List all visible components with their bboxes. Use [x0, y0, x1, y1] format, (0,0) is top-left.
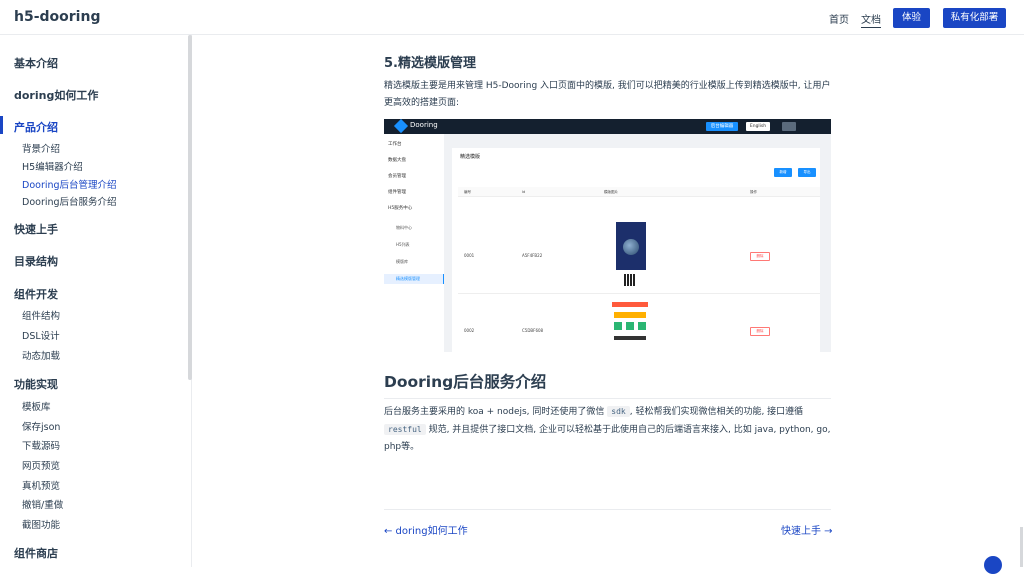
page-nav-divider [384, 509, 831, 510]
shot-brand: Dooring [410, 121, 438, 129]
section-paragraph-templates: 精选模版主要是用来管理 H5-Dooring 入口页面中的模版, 我们可以把精美… [384, 81, 831, 108]
shot-submenu-item: 模版库 [396, 259, 408, 264]
inline-code-sdk: sdk [607, 406, 630, 417]
shot-delete-button: 删除 [750, 252, 770, 261]
shot-menu-item: 组件管理 [388, 190, 406, 195]
shot-sidebar: 工作台 数据大盘 会员管理 组件管理 H5服务中心 物料中心 H5列表 模版库 … [384, 134, 444, 352]
shot-topbar: Dooring 后台编辑器 English [384, 119, 831, 134]
planet-image [623, 239, 639, 255]
shot-avatar-icon [782, 122, 796, 131]
back-to-top-icon[interactable] [984, 556, 1002, 574]
nav-link-docs[interactable]: 文档 [861, 11, 881, 28]
shot-row-id: A5F4FB22 [522, 253, 543, 258]
dooring-logo-icon [393, 119, 409, 134]
shot-submenu-item: 物料中心 [396, 225, 412, 230]
admin-screenshot: Dooring 后台编辑器 English 工作台 数据大盘 会员管理 组件管理… [384, 119, 831, 352]
top-navbar: h5-dooring 首页 文档 体验 私有化部署 [0, 0, 1024, 35]
try-button[interactable]: 体验 [893, 8, 930, 28]
sidebar-group-features[interactable]: 功能实现 [14, 376, 58, 392]
sidebar-item-admin[interactable]: Dooring后台管理介绍 [22, 177, 117, 191]
sidebar-group-store[interactable]: 组件商店 [14, 545, 58, 561]
sidebar-item-undo-redo[interactable]: 撤销/重做 [22, 497, 63, 511]
shot-menu-item: 工作台 [388, 142, 402, 147]
next-page-link[interactable]: 快速上手 → [781, 522, 833, 537]
shot-menu-item: H5服务中心 [388, 206, 413, 211]
shot-th: 编号 [464, 190, 471, 194]
shot-add-button: 新增 [774, 168, 792, 177]
section-title-templates: 5.精选模版管理 [384, 56, 476, 71]
site-name[interactable]: h5-dooring [14, 9, 100, 25]
shot-th: Id [522, 190, 526, 194]
sidebar-item-preview[interactable]: 网页预览 [22, 458, 60, 472]
shot-menu-item: 数据大盘 [388, 158, 406, 163]
sidebar-group-components[interactable]: 组件开发 [14, 286, 58, 302]
sidebar-item-save-json[interactable]: 保存json [22, 419, 60, 433]
shot-main-panel: 精选模版 新增 导出 编号 Id 模版图片 操作 0001 A5F4FB22 删… [452, 148, 820, 352]
sidebar-group-product[interactable]: 产品介绍 [14, 119, 58, 135]
shot-editor-button: 后台编辑器 [706, 122, 738, 131]
sidebar-item-device-preview[interactable]: 真机预览 [22, 478, 60, 492]
sidebar-scrollbar[interactable] [188, 35, 192, 380]
shot-th: 操作 [750, 190, 757, 194]
shot-table-header: 编号 Id 模版图片 操作 [458, 187, 820, 197]
private-deploy-button[interactable]: 私有化部署 [943, 8, 1006, 28]
sidebar-group-quickstart[interactable]: 快速上手 [14, 221, 58, 237]
sidebar-item-download[interactable]: 下载源码 [22, 438, 60, 452]
shot-row-id: C5DBF608 [522, 328, 544, 333]
qr-code-icon [624, 274, 636, 286]
sidebar-item-dsl[interactable]: DSL设计 [22, 328, 60, 342]
shot-row-num: 0002 [464, 328, 475, 333]
sidebar-item-screenshot[interactable]: 截图功能 [22, 517, 60, 531]
sidebar-item-component-structure[interactable]: 组件结构 [22, 308, 60, 322]
shot-menu-item: 会员管理 [388, 174, 406, 179]
section-title-service: Dooring后台服务介绍 [384, 370, 831, 399]
sidebar-item-dynamic-load[interactable]: 动态加载 [22, 348, 60, 362]
shot-export-button: 导出 [798, 168, 816, 177]
shot-th: 模版图片 [604, 190, 618, 194]
sidebar-group-intro[interactable]: 基本介绍 [14, 55, 58, 71]
inline-code-restful: restful [384, 424, 426, 435]
template-thumbnail [612, 298, 648, 352]
nav-link-home[interactable]: 首页 [829, 11, 849, 26]
shot-submenu-item: H5列表 [396, 242, 410, 247]
shot-submenu-item-active: 精选模版管理 [396, 276, 420, 281]
shot-language-button: English [746, 122, 770, 131]
sidebar-item-background[interactable]: 背景介绍 [22, 141, 60, 155]
shot-row-num: 0001 [464, 253, 475, 258]
prev-page-link[interactable]: ← doring如何工作 [384, 522, 468, 537]
sidebar-group-how[interactable]: doring如何工作 [14, 87, 98, 103]
shot-delete-button: 删除 [750, 327, 770, 336]
sidebar-group-structure[interactable]: 目录结构 [14, 253, 58, 269]
sidebar-item-h5-editor[interactable]: H5编辑器介绍 [22, 159, 83, 173]
sidebar-item-service[interactable]: Dooring后台服务介绍 [22, 194, 117, 208]
sidebar-item-templates[interactable]: 模板库 [22, 399, 51, 413]
shot-page-title: 精选模版 [460, 154, 481, 160]
shot-row-divider [458, 293, 820, 294]
sidebar-active-indicator [0, 116, 3, 134]
page-scrollbar[interactable] [1020, 527, 1023, 567]
template-thumbnail [616, 222, 646, 270]
section-paragraph-service: 后台服务主要采用的 koa + nodejs, 同时还使用了微信 sdk, 轻松… [384, 406, 831, 452]
